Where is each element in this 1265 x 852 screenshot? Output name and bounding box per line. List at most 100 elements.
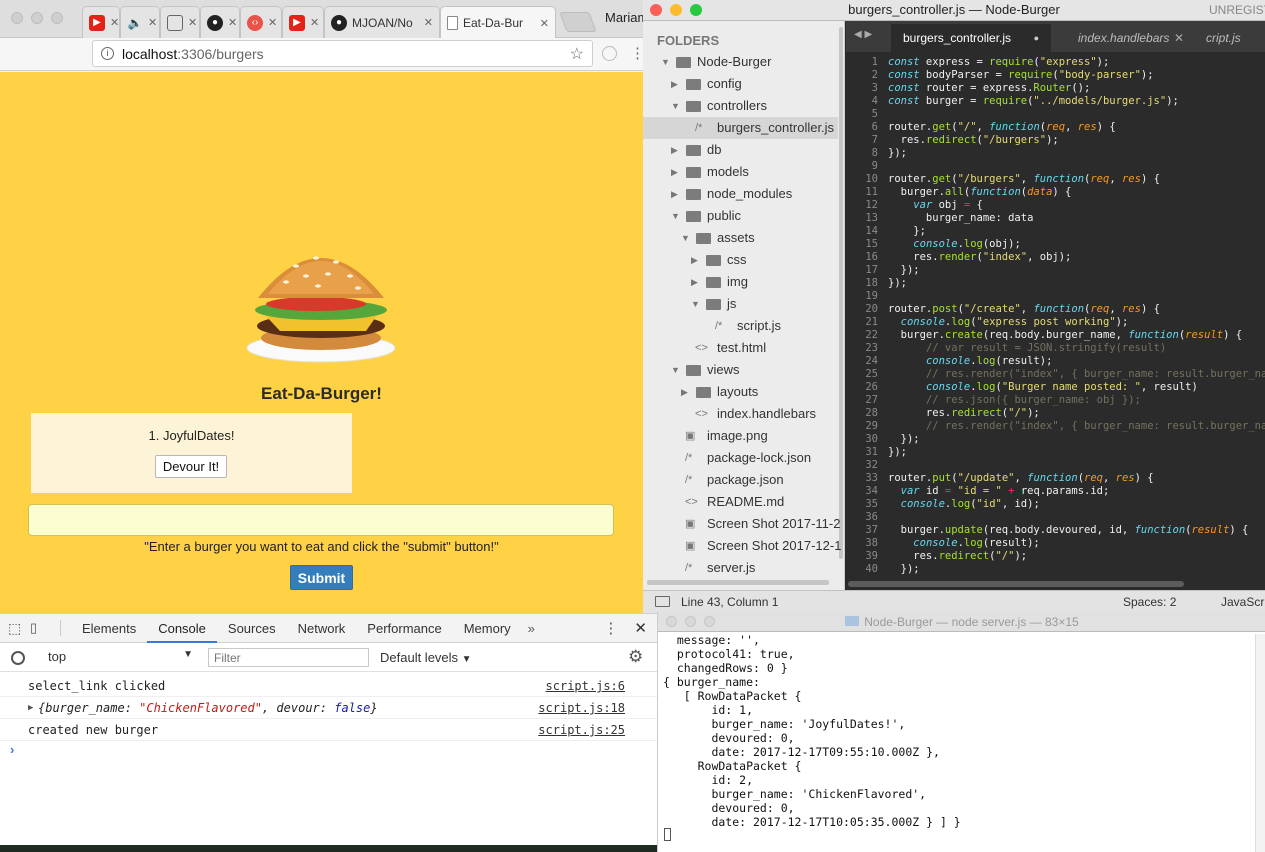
console-source-link[interactable]: script.js:25: [538, 719, 625, 741]
tab-console[interactable]: Console: [147, 614, 217, 643]
browser-tab[interactable]: ‹› ✕: [240, 6, 282, 38]
browser-tab[interactable]: 🔈 ✕: [120, 6, 160, 38]
browser-tab[interactable]: ● ✕: [200, 6, 240, 38]
console-filter-input[interactable]: [208, 648, 369, 667]
disclosure-closed-icon[interactable]: ▶: [671, 139, 678, 161]
submit-button[interactable]: Submit: [290, 565, 353, 590]
syntax-setting[interactable]: JavaScript: [1221, 595, 1265, 609]
console-source-link[interactable]: script.js:18: [538, 697, 625, 719]
inspect-element-icon[interactable]: ⬚: [8, 620, 30, 637]
tab-scroll-arrows-icon[interactable]: ◀ ▶: [854, 29, 872, 40]
device-toolbar-icon[interactable]: ▯: [30, 620, 60, 636]
disclosure-closed-icon[interactable]: ▶: [691, 271, 698, 293]
sidebar-tree-item[interactable]: /* burgers_controller.js: [643, 117, 838, 139]
close-tab-icon[interactable]: ✕: [540, 17, 549, 30]
sidebar-tree-item[interactable]: ▶ models: [643, 161, 838, 183]
browser-tab[interactable]: ● MJOAN/No ✕: [324, 6, 440, 38]
sidebar-tree-item[interactable]: ▣ Screen Shot 2017-11-2: [643, 513, 840, 535]
zoom-window-button[interactable]: [51, 12, 63, 24]
sidebar-tree-item[interactable]: <> test.html: [643, 337, 838, 359]
sidebar-tree-item[interactable]: ▼ assets: [643, 227, 838, 249]
sidebar-tree-item[interactable]: /* script.js: [643, 315, 838, 337]
clear-console-icon[interactable]: [11, 651, 25, 665]
disclosure-closed-icon[interactable]: ▶: [671, 183, 678, 205]
close-tab-icon[interactable]: ✕: [148, 16, 157, 29]
tab-sources[interactable]: Sources: [217, 614, 287, 643]
tab-memory[interactable]: Memory: [453, 614, 522, 643]
sidebar-tree-item[interactable]: ▼ views: [643, 359, 838, 381]
disclosure-open-icon[interactable]: ▼: [671, 359, 680, 381]
sidebar-tree-item[interactable]: ▶ layouts: [643, 381, 838, 403]
burger-name-input[interactable]: [28, 504, 614, 536]
code-hscrollbar[interactable]: [848, 581, 1184, 587]
disclosure-closed-icon[interactable]: ▶: [691, 249, 698, 271]
close-tab-icon[interactable]: ✕: [310, 16, 319, 29]
disclosure-open-icon[interactable]: ▼: [681, 227, 690, 249]
bookmark-star-icon[interactable]: ☆: [570, 44, 584, 64]
sidebar-tree-item[interactable]: ▶ db: [643, 139, 838, 161]
tab-performance[interactable]: Performance: [356, 614, 452, 643]
minimize-window-button[interactable]: [31, 12, 43, 24]
disclosure-open-icon[interactable]: ▼: [671, 205, 680, 227]
toggle-panel-icon[interactable]: [655, 596, 670, 607]
sidebar-tree-item[interactable]: <> index.handlebars: [643, 403, 838, 425]
editor-tab[interactable]: index.handlebars ✕: [1066, 24, 1196, 52]
sidebar-scrollbar[interactable]: [839, 27, 843, 559]
console-prompt-icon[interactable]: ›: [10, 742, 14, 757]
close-tab-icon[interactable]: ✕: [1174, 31, 1184, 45]
sidebar-tree-item[interactable]: /* package-lock.json: [643, 447, 838, 469]
sidebar-tree-item[interactable]: ▼ public: [643, 205, 838, 227]
close-tab-icon[interactable]: ✕: [424, 16, 433, 29]
more-tabs-icon[interactable]: »: [522, 621, 541, 636]
context-selector[interactable]: top ▼: [48, 649, 193, 668]
indentation-setting[interactable]: Spaces: 2: [1123, 595, 1176, 609]
close-tab-icon[interactable]: ✕: [228, 16, 237, 29]
devtools-menu-icon[interactable]: ⋮: [603, 619, 618, 637]
disclosure-open-icon[interactable]: ▼: [671, 95, 680, 117]
browser-tab[interactable]: ▶ ✕: [282, 6, 324, 38]
zoom-window-button[interactable]: [690, 4, 702, 16]
expand-triangle-icon[interactable]: ▶: [28, 697, 33, 719]
disclosure-open-icon[interactable]: ▼: [661, 51, 670, 73]
code-area[interactable]: const express = require("express"); const…: [888, 52, 1265, 580]
sidebar-tree-item[interactable]: ▣ image.png: [643, 425, 838, 447]
close-tab-icon[interactable]: ✕: [268, 16, 277, 29]
minimize-window-button[interactable]: [685, 616, 696, 627]
browser-tab-active[interactable]: Eat-Da-Bur ✕: [440, 6, 556, 39]
tab-network[interactable]: Network: [287, 614, 357, 643]
terminal-scrollbar[interactable]: [1255, 634, 1265, 852]
devour-button[interactable]: Devour It!: [155, 455, 227, 478]
close-window-button[interactable]: [666, 616, 677, 627]
close-tab-icon[interactable]: ✕: [110, 16, 119, 29]
terminal-output[interactable]: message: '', protocol41: true, changedRo…: [658, 633, 1254, 852]
close-tab-icon[interactable]: ✕: [188, 16, 197, 29]
extension-icon[interactable]: [602, 46, 617, 61]
sidebar-tree-item[interactable]: /* server.js: [643, 557, 838, 579]
close-devtools-icon[interactable]: ✕: [634, 619, 647, 637]
editor-tab-active[interactable]: burgers_controller.js ●: [891, 24, 1051, 52]
sidebar-tree-item[interactable]: ▼ Node-Burger: [643, 51, 838, 73]
sidebar-tree-item[interactable]: ▼ controllers: [643, 95, 838, 117]
browser-tab[interactable]: ▶ ✕: [82, 6, 120, 38]
close-window-button[interactable]: [11, 12, 23, 24]
sidebar-tree-item[interactable]: ▶ css: [643, 249, 838, 271]
profile-name[interactable]: Mariam: [605, 10, 648, 25]
sidebar-tree-item[interactable]: ▶ config: [643, 73, 838, 95]
sidebar-hscrollbar[interactable]: [647, 580, 829, 585]
unsaved-dot-icon[interactable]: ●: [1034, 33, 1039, 43]
sidebar-tree-item[interactable]: ▶ img: [643, 271, 838, 293]
browser-tab[interactable]: ✕: [160, 6, 200, 38]
disclosure-closed-icon[interactable]: ▶: [671, 161, 678, 183]
close-window-button[interactable]: [650, 4, 662, 16]
disclosure-closed-icon[interactable]: ▶: [681, 381, 688, 403]
tab-elements[interactable]: Elements: [71, 614, 147, 643]
zoom-window-button[interactable]: [704, 616, 715, 627]
new-tab-button[interactable]: [559, 12, 597, 32]
console-settings-gear-icon[interactable]: ⚙: [628, 647, 643, 667]
sidebar-tree-item[interactable]: ▶ node_modules: [643, 183, 838, 205]
console-source-link[interactable]: script.js:6: [546, 675, 625, 697]
sidebar-tree-item[interactable]: ▣ Screen Shot 2017-12-1: [643, 535, 841, 557]
editor-tab[interactable]: cript.js: [1198, 24, 1265, 52]
sidebar-tree-item[interactable]: <> README.md: [643, 491, 838, 513]
log-levels-select[interactable]: Default levels ▼: [380, 650, 472, 665]
